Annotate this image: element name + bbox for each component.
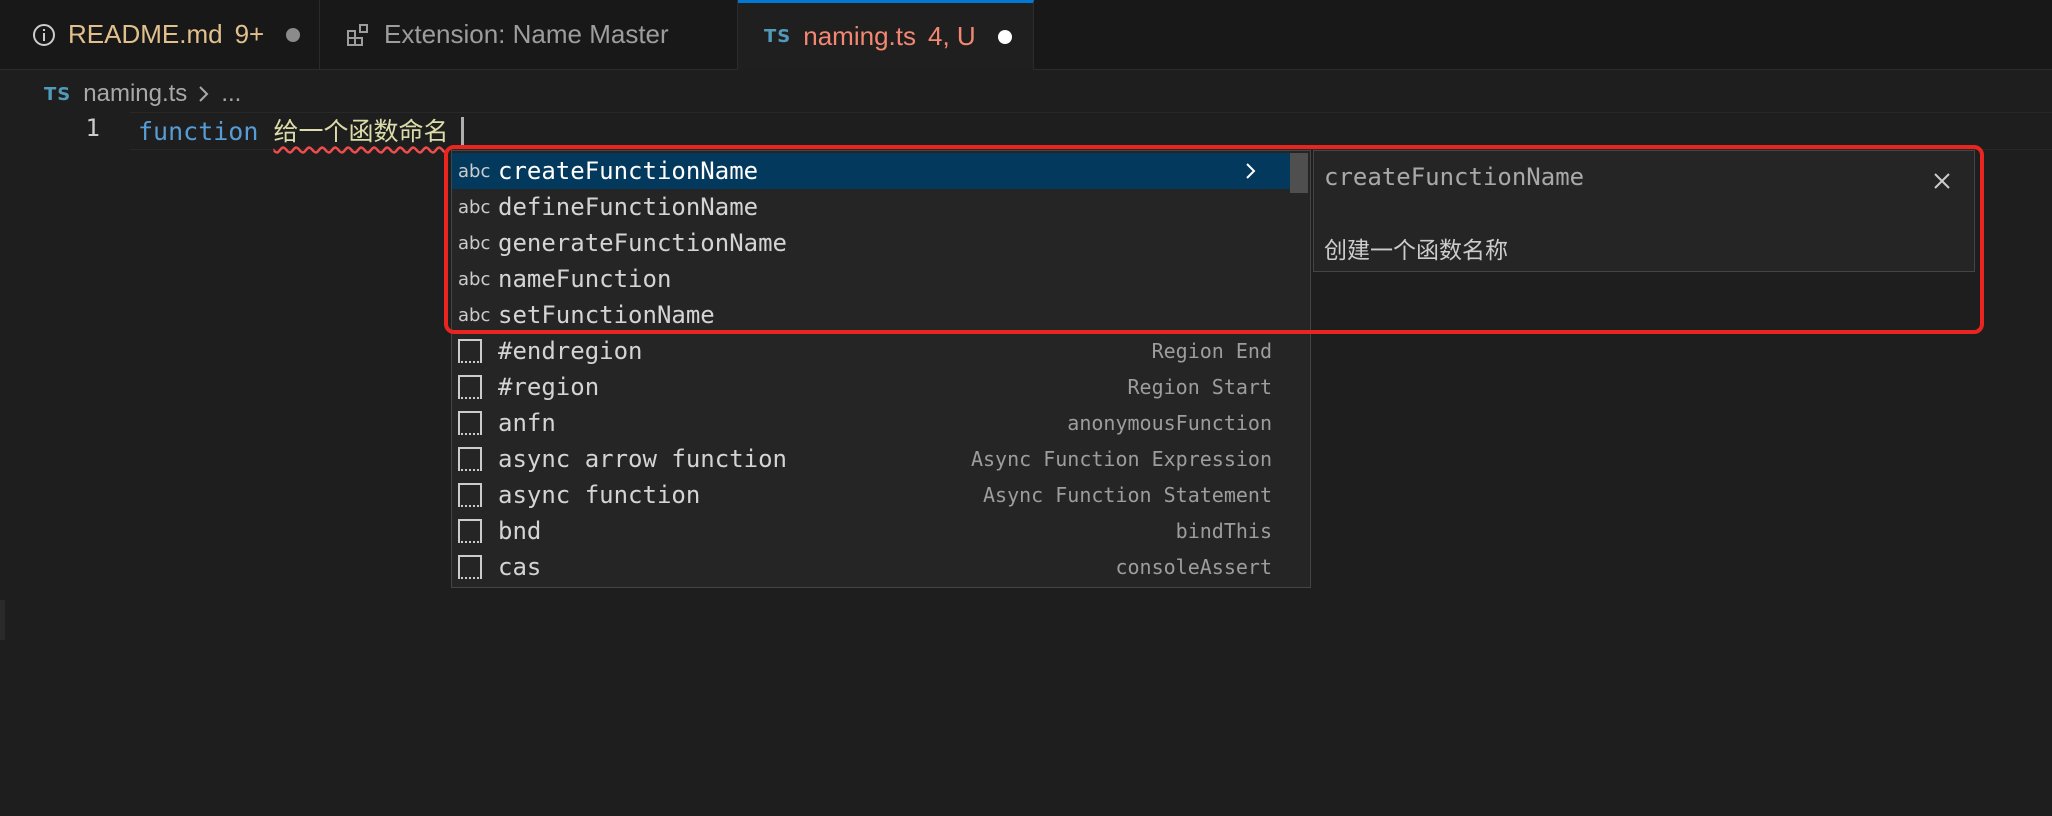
suggest-detail: Region End [1151, 339, 1272, 363]
chevron-right-icon [197, 84, 211, 104]
suggest-item[interactable]: abc createFunctionName [452, 153, 1290, 189]
snippet-kind [458, 339, 498, 363]
identifier-token: 给一个函数命名 [273, 117, 449, 146]
breadcrumb: TS naming.ts ... [44, 76, 241, 112]
suggest-item[interactable]: bnd bindThis [452, 513, 1290, 549]
chevron-right-icon[interactable] [1244, 161, 1258, 181]
suggest-item[interactable]: #region Region Start [452, 369, 1290, 405]
snippet-kind [458, 483, 498, 507]
details-description: 创建一个函数名称 [1324, 238, 1508, 264]
keyword-token: function [138, 117, 259, 146]
suggest-label: async arrow function [498, 445, 787, 473]
suggest-detail: anonymousFunction [1067, 411, 1272, 435]
breadcrumb-symbols[interactable]: ... [221, 80, 241, 108]
snippet-kind [458, 375, 498, 399]
suggest-item[interactable]: abc nameFunction [452, 261, 1290, 297]
tab-naming[interactable]: TS naming.ts 4, U [738, 0, 1034, 70]
suggest-item[interactable]: async function Async Function Statement [452, 477, 1290, 513]
suggest-item[interactable]: abc setFunctionName [452, 297, 1290, 333]
snippet-kind [458, 411, 498, 435]
info-icon [32, 23, 56, 47]
ts-icon: TS [764, 26, 792, 47]
sash [0, 600, 5, 640]
text-kind-icon: abc [458, 160, 491, 182]
tab-label: naming.ts [803, 21, 916, 51]
snippet-icon [458, 519, 482, 543]
suggest-label: createFunctionName [498, 157, 759, 185]
tab-readme[interactable]: README.md 9+ [6, 0, 320, 69]
close-icon[interactable] [1928, 167, 1956, 195]
suggest-label: nameFunction [498, 265, 672, 293]
suggest-item[interactable]: cas consoleAssert [452, 549, 1290, 585]
tab-extension[interactable]: Extension: Name Master [320, 0, 738, 69]
suggest-label: generateFunctionName [498, 229, 787, 257]
suggest-label: setFunctionName [498, 301, 715, 329]
suggest-item[interactable]: anfn anonymousFunction [452, 405, 1290, 441]
suggest-scrollbar[interactable] [1290, 153, 1308, 193]
suggest-label: defineFunctionName [498, 193, 759, 221]
problems-badge: 4, U [927, 21, 976, 51]
suggest-widget[interactable]: abc createFunctionName abc defineFunctio… [451, 150, 1311, 588]
suggest-detail: Region Start [1127, 375, 1273, 399]
suggest-label: cas [498, 553, 542, 581]
suggest-label: anfn [498, 409, 556, 437]
snippet-icon [458, 483, 482, 507]
suggest-label: #endregion [498, 337, 643, 365]
breadcrumb-file[interactable]: naming.ts [83, 80, 187, 108]
tab-label: README.md [68, 19, 223, 49]
suggest-detail: bindThis [1175, 519, 1272, 543]
text-kind-icon: abc [458, 232, 491, 254]
suggest-detail: Async Function Statement [983, 483, 1272, 507]
code-line[interactable]: function 给一个函数命名 [138, 112, 464, 149]
problems-badge: 9+ [234, 19, 265, 49]
snippet-icon [458, 555, 482, 579]
unsaved-dot-icon[interactable] [997, 29, 1012, 44]
text-kind-icon: abc [458, 304, 491, 326]
suggest-detail: Async Function Expression [970, 447, 1272, 471]
tab-label: Extension: Name Master [384, 19, 669, 49]
ts-icon: TS [44, 83, 72, 105]
suggest-item[interactable]: abc defineFunctionName [452, 189, 1290, 225]
unsaved-dot-icon[interactable] [286, 27, 301, 42]
snippet-icon [458, 375, 482, 399]
snippet-icon [458, 411, 482, 435]
snippet-kind [458, 555, 498, 579]
text-kind-icon: abc [458, 196, 491, 218]
suggest-label: #region [498, 373, 600, 401]
suggest-label: async function [498, 481, 701, 509]
tab-bar: README.md 9+ Extension: Name Master TS n… [0, 0, 2052, 70]
suggest-item[interactable]: async arrow function Async Function Expr… [452, 441, 1290, 477]
text-kind-icon: abc [458, 268, 491, 290]
suggest-details-panel: createFunctionName 创建一个函数名称 [1313, 150, 1975, 272]
snippet-icon [458, 339, 482, 363]
suggest-detail: consoleAssert [1115, 555, 1272, 579]
snippet-kind [458, 519, 498, 543]
suggest-item[interactable]: #endregion Region End [452, 333, 1290, 369]
extensions-icon [346, 22, 372, 48]
suggest-label: bnd [498, 517, 542, 545]
suggest-item[interactable]: abc generateFunctionName [452, 225, 1290, 261]
text-cursor [460, 117, 464, 149]
line-number: 1 [85, 114, 100, 142]
details-title: createFunctionName [1324, 163, 1585, 191]
snippet-icon [458, 447, 482, 471]
snippet-kind [458, 447, 498, 471]
